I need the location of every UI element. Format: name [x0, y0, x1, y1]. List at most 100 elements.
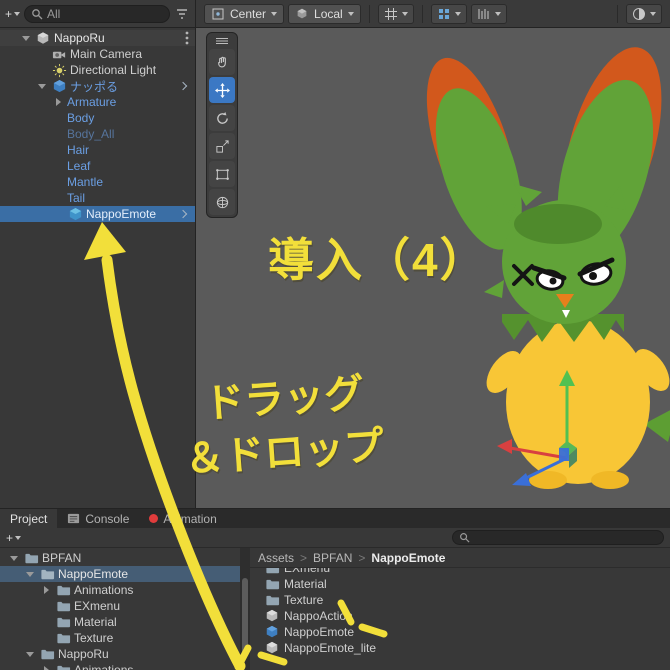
bottom-tab-bar: Project Console Animation	[0, 508, 670, 528]
tree-item-label: Animations	[74, 663, 134, 670]
hierarchy-row-tail[interactable]: Tail	[0, 190, 195, 206]
search-value: All	[47, 6, 61, 21]
tree-row-bpfan[interactable]: BPFAN	[0, 550, 240, 566]
tree-item-label: NappoRu	[58, 647, 109, 661]
tab-project[interactable]: Project	[0, 509, 58, 528]
project-toolbar: +	[0, 528, 670, 548]
folder-icon	[55, 662, 71, 670]
prefab-cube-icon	[51, 78, 67, 94]
tree-row-exmenu[interactable]: EXmenu	[0, 598, 240, 614]
folder-icon	[55, 582, 71, 598]
file-row-nappoemote-lite[interactable]: NappoEmote_lite	[250, 640, 670, 656]
project-folder-tree: BPFAN NappoEmote Animations EXmenu Mater…	[0, 548, 240, 670]
tab-label: Project	[10, 511, 48, 526]
tree-row-texture[interactable]: Texture	[0, 630, 240, 646]
foldout-open-icon[interactable]	[26, 651, 34, 657]
foldout-open-icon[interactable]	[26, 571, 34, 577]
project-search-input[interactable]	[452, 530, 664, 545]
hierarchy-row-leaf[interactable]: Leaf	[0, 158, 195, 174]
asset-cube-icon	[264, 640, 280, 656]
file-row-texture[interactable]: Texture	[250, 592, 670, 608]
toolbar-divider	[421, 4, 423, 23]
hand-tool-button[interactable]	[209, 49, 235, 75]
project-panel: BPFAN NappoEmote Animations EXmenu Mater…	[0, 548, 670, 670]
hierarchy-row-mantle[interactable]: Mantle	[0, 174, 195, 190]
scrollbar-thumb[interactable]	[242, 578, 248, 656]
tree-row-material[interactable]: Material	[0, 614, 240, 630]
hierarchy-row-scene[interactable]: NappoRu	[0, 30, 195, 46]
snap-increment-button[interactable]	[430, 3, 467, 24]
hierarchy-item-label: Directional Light	[70, 63, 157, 77]
prefab-cube-icon	[264, 624, 280, 640]
hierarchy-row-directional-light[interactable]: Directional Light	[0, 62, 195, 78]
tab-console[interactable]: Console	[57, 509, 139, 528]
grid-snap-button[interactable]	[470, 3, 507, 24]
file-list: EXmenu Material Texture NappoAction Napp…	[250, 561, 670, 656]
tree-item-label: NappoEmote	[58, 567, 129, 581]
scene-view[interactable]	[196, 28, 670, 508]
hierarchy-item-label: Body_All	[67, 127, 115, 141]
hierarchy-row-napporu-prefab[interactable]: ナッポる	[0, 78, 195, 94]
folder-icon	[55, 614, 71, 630]
hierarchy-row-body[interactable]: Body	[0, 110, 195, 126]
tree-row-animations[interactable]: Animations	[0, 582, 240, 598]
scene-name: NappoRu	[54, 31, 105, 45]
file-row-nappoemote[interactable]: NappoEmote	[250, 624, 670, 640]
foldout-closed-icon[interactable]	[43, 586, 49, 594]
foldout-open-icon[interactable]	[22, 35, 30, 41]
hierarchy-row-main-camera[interactable]: Main Camera	[0, 46, 195, 62]
rotate-tool-button[interactable]	[209, 105, 235, 131]
tree-row-napporu[interactable]: NappoRu	[0, 646, 240, 662]
tree-row-nappoemote[interactable]: NappoEmote	[0, 566, 240, 582]
breadcrumb-bpfan[interactable]: BPFAN	[313, 551, 352, 565]
hierarchy-row-body-all[interactable]: Body_All	[0, 126, 195, 142]
scale-tool-button[interactable]	[209, 133, 235, 159]
breadcrumb-nappoemote[interactable]: NappoEmote	[371, 551, 445, 565]
scale-icon	[214, 138, 230, 154]
tab-label: Animation	[163, 511, 217, 526]
foldout-closed-icon[interactable]	[55, 98, 61, 106]
tree-item-label: EXmenu	[74, 599, 121, 613]
folder-icon	[23, 550, 39, 566]
grid-visibility-button[interactable]	[377, 3, 414, 24]
foldout-closed-icon[interactable]	[43, 666, 49, 670]
tree-row-animations-2[interactable]: Animations	[0, 662, 240, 670]
scene-tool-strip	[206, 32, 238, 218]
plus-label: +	[5, 6, 13, 21]
rect-icon	[214, 166, 230, 182]
file-row-material[interactable]: Material	[250, 576, 670, 592]
prefab-open-chevron-icon[interactable]	[178, 209, 188, 219]
file-label: Texture	[284, 593, 324, 607]
create-object-button[interactable]: +	[5, 6, 21, 21]
foldout-open-icon[interactable]	[10, 555, 18, 561]
hierarchy-row-armature[interactable]: Armature	[0, 94, 195, 110]
filter-icon[interactable]	[174, 6, 190, 22]
create-asset-button[interactable]: +	[6, 531, 22, 545]
prefab-open-chevron-icon[interactable]	[178, 81, 188, 91]
transform-tool-button[interactable]	[209, 189, 235, 215]
hierarchy-item-label: Tail	[67, 191, 86, 205]
kebab-menu-icon[interactable]	[185, 31, 189, 45]
orientation-mode-button[interactable]: Local	[288, 3, 361, 24]
transform-icon	[214, 194, 230, 210]
gizmos-icon	[632, 6, 646, 22]
hierarchy-row-nappoemote[interactable]: NappoEmote	[0, 206, 195, 222]
rect-tool-button[interactable]	[209, 161, 235, 187]
chevron-down-icon	[14, 11, 21, 16]
breadcrumb-assets[interactable]: Assets	[258, 551, 294, 565]
breadcrumb-separator: >	[300, 550, 308, 565]
gizmos-dropdown-button[interactable]	[626, 3, 662, 24]
pivot-mode-button[interactable]: Center	[204, 3, 285, 24]
tab-animation[interactable]: Animation	[139, 509, 226, 528]
hierarchy-item-label: Leaf	[67, 159, 91, 173]
animation-record-icon	[149, 514, 159, 523]
foldout-open-icon[interactable]	[38, 83, 46, 89]
project-file-panel: Assets > BPFAN > NappoEmote EXmenu Mater…	[250, 548, 670, 670]
file-label: NappoEmote	[284, 625, 355, 639]
hierarchy-row-hair[interactable]: Hair	[0, 142, 195, 158]
tree-scrollbar[interactable]	[240, 548, 250, 670]
hierarchy-search-input[interactable]: All	[24, 4, 170, 23]
move-tool-button[interactable]	[209, 77, 235, 103]
file-row-nappoaction[interactable]: NappoAction	[250, 608, 670, 624]
overlay-handle-icon[interactable]	[209, 35, 235, 47]
